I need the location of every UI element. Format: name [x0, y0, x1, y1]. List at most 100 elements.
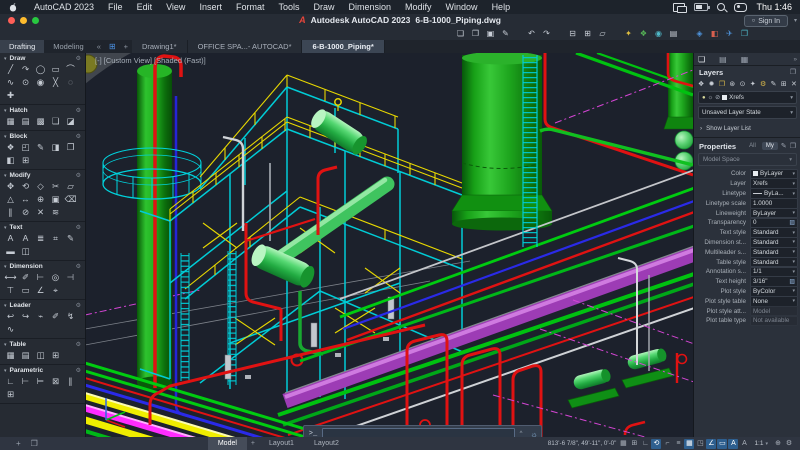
palette-tool-icon[interactable]: ↔ — [18, 193, 33, 206]
palette-tool-icon[interactable]: ▭ — [18, 284, 33, 297]
palette-tool-icon[interactable]: ⌖ — [48, 284, 63, 297]
section-gear-icon[interactable]: ⚙ — [76, 55, 81, 62]
palette-tool-icon[interactable]: ◧ — [3, 154, 18, 167]
layout-tab[interactable]: Layout2 — [304, 437, 349, 450]
palette-tool-icon[interactable]: ⌁ — [33, 310, 48, 323]
palette-tool-icon[interactable]: ⊙ — [18, 76, 33, 89]
status-toggle-icon[interactable]: ⟲ — [651, 438, 662, 449]
qat-tool-icon[interactable]: ⊞ — [582, 28, 593, 39]
menu-item[interactable]: Modify — [398, 2, 439, 12]
section-header[interactable]: ▾ Table ⚙ — [0, 340, 85, 349]
viewport-controls[interactable]: [-] [Custom View] [Shaded (Fast)] — [95, 56, 206, 65]
palette-tool-icon[interactable]: ▱ — [63, 180, 78, 193]
palette-tool-icon[interactable]: ⊞ — [3, 388, 18, 401]
palette-tool-icon[interactable]: ∥ — [3, 206, 18, 219]
palette-tool-icon[interactable]: ⊢ — [33, 271, 48, 284]
menu-item[interactable]: Insert — [192, 2, 229, 12]
section-header[interactable]: ▾ Modify ⚙ — [0, 171, 85, 180]
qat-tool-icon[interactable]: ✎ — [500, 28, 511, 39]
palette-tool-icon[interactable]: ⊠ — [48, 375, 63, 388]
qat-tool-icon[interactable]: ▣ — [485, 28, 496, 39]
palette-tool-icon[interactable]: ✐ — [18, 271, 33, 284]
palette-tool-icon[interactable]: ⊘ — [18, 206, 33, 219]
qat-tool-icon[interactable]: ◧ — [709, 28, 720, 39]
section-gear-icon[interactable]: ⚙ — [76, 367, 81, 374]
layer-tool-icon[interactable]: ⊙ — [740, 80, 746, 88]
palette-tool-icon[interactable]: △ — [3, 193, 18, 206]
section-header[interactable]: ▾ Parametric ⚙ — [0, 366, 85, 375]
status-toggle-icon[interactable]: ∠ — [706, 438, 717, 449]
layer-select[interactable]: ● ☼ ⊘ Xrefs ▾ — [698, 91, 797, 104]
palette-tool-icon[interactable]: ≣ — [33, 232, 48, 245]
layer-color-swatch[interactable] — [722, 95, 728, 100]
layer-state-select[interactable]: Unsaved Layer State ▾ — [698, 106, 797, 119]
property-value-field[interactable]: None ▾ ▨ — [750, 296, 798, 307]
menu-item[interactable]: View — [159, 2, 192, 12]
palette-tool-icon[interactable]: ⌫ — [63, 193, 78, 206]
qat-tool-icon[interactable]: ❐ — [739, 28, 750, 39]
titlebar-menu-caret-icon[interactable]: ▾ — [794, 17, 797, 24]
screen-mirroring-icon[interactable] — [673, 2, 688, 13]
palette-tool-icon[interactable]: ▤ — [18, 115, 33, 128]
qat-tool-icon[interactable]: ◉ — [653, 28, 664, 39]
status-toggle-icon[interactable]: ▭ — [717, 438, 728, 449]
property-value-field[interactable]: Standard ▾ ▨ — [750, 247, 798, 258]
layer-tool-icon[interactable]: ✕ — [791, 80, 797, 88]
statusbar-left-icon[interactable]: + — [16, 439, 21, 448]
layers-panel-icon[interactable]: ❐ — [790, 68, 796, 76]
statusbar-left-icon[interactable]: ❐ — [31, 439, 38, 448]
menu-item[interactable]: File — [101, 2, 130, 12]
layer-tool-icon[interactable]: ⊞ — [781, 80, 787, 88]
qat-tool-icon[interactable]: ▤ — [668, 28, 679, 39]
property-value-field[interactable]: Model ▾ ▨ — [750, 305, 798, 317]
palette-tool-icon[interactable]: ⌗ — [48, 232, 63, 245]
palette-tool-icon[interactable]: ⊤ — [3, 284, 18, 297]
palette-tool-icon[interactable]: ❏ — [48, 115, 63, 128]
qat-tool-icon[interactable]: ◈ — [694, 28, 705, 39]
selection-dropdown[interactable]: Model Space ▾ — [698, 153, 797, 166]
qat-tool-icon[interactable]: ⊟ — [567, 28, 578, 39]
workspace-tab-modeling[interactable]: Modeling — [44, 40, 92, 53]
palette-tool-icon[interactable]: ⟲ — [18, 180, 33, 193]
qat-tool-icon[interactable]: ↶ — [526, 28, 537, 39]
section-header[interactable]: ▾ Block ⚙ — [0, 132, 85, 141]
palette-tool-icon[interactable]: ◇ — [33, 180, 48, 193]
panel-tab-icon[interactable]: ▤ — [719, 55, 727, 64]
palette-tool-icon[interactable]: ⊕ — [33, 193, 48, 206]
palette-tool-icon[interactable]: ⊣ — [63, 271, 78, 284]
layer-tool-icon[interactable]: ❖ — [698, 80, 704, 88]
property-button-icon[interactable]: ▨ — [789, 219, 795, 226]
properties-panel-icon[interactable]: ❐ — [790, 142, 796, 150]
properties-edit-icon[interactable]: ✎ — [781, 142, 787, 150]
property-value-field[interactable]: ByLayer ▾ ▨ — [750, 207, 798, 219]
palette-tool-icon[interactable]: ⊞ — [48, 349, 63, 362]
section-gear-icon[interactable]: ⚙ — [76, 341, 81, 348]
menu-item[interactable]: Tools — [271, 2, 306, 12]
palette-tool-icon[interactable]: ▤ — [18, 349, 33, 362]
section-gear-icon[interactable]: ⚙ — [76, 224, 81, 231]
palette-tool-icon[interactable]: ↩ — [3, 310, 18, 323]
qat-tool-icon[interactable]: ▱ — [597, 28, 608, 39]
palette-tool-icon[interactable]: ◨ — [48, 141, 63, 154]
layer-on-icon[interactable]: ● — [702, 95, 706, 101]
palette-tool-icon[interactable]: ◌ — [63, 76, 78, 89]
palette-tool-icon[interactable]: ⟷ — [3, 271, 18, 284]
panel-tab-icon[interactable]: ▦ — [741, 55, 749, 64]
menu-item[interactable]: Edit — [130, 2, 160, 12]
qat-tool-icon[interactable]: ↷ — [541, 28, 552, 39]
section-header[interactable]: ▾ Hatch ⚙ — [0, 106, 85, 115]
menu-item[interactable]: Draw — [306, 2, 341, 12]
section-header[interactable]: ▾ Text ⚙ — [0, 223, 85, 232]
palette-tool-icon[interactable]: ╳ — [48, 76, 63, 89]
palette-tool-icon[interactable]: ∿ — [3, 76, 18, 89]
palette-tool-icon[interactable]: ✕ — [33, 206, 48, 219]
palette-tool-icon[interactable]: ∿ — [3, 323, 18, 336]
section-gear-icon[interactable]: ⚙ — [76, 263, 81, 270]
section-header[interactable]: ▾ Leader ⚙ — [0, 301, 85, 310]
palette-tool-icon[interactable]: ≋ — [48, 206, 63, 219]
palette-tool-icon[interactable]: ◫ — [33, 349, 48, 362]
palette-tool-icon[interactable]: ✐ — [48, 310, 63, 323]
palette-tool-icon[interactable]: ╱ — [3, 63, 18, 76]
palette-tool-icon[interactable]: ▦ — [3, 349, 18, 362]
qat-tool-icon[interactable]: ❖ — [638, 28, 649, 39]
